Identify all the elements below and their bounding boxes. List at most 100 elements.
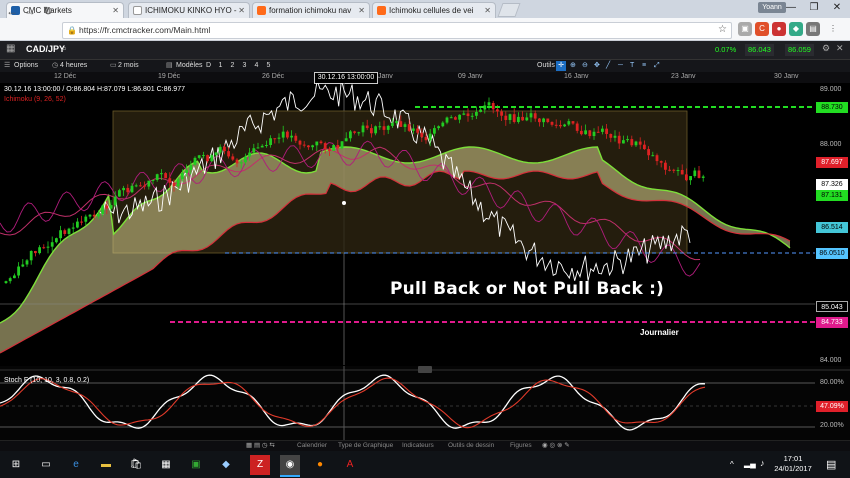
candle-body xyxy=(378,126,382,128)
address-bar[interactable]: 🔒 https://fr.cmctracker.com/Main.html ☆ xyxy=(62,22,732,39)
tab-ichimoku-kinko[interactable]: ICHIMOKU KINKO HYO - ✕ xyxy=(128,2,250,18)
candle-body xyxy=(580,130,583,135)
chrome-icon[interactable]: ◉ xyxy=(280,455,300,477)
sell-price-button[interactable]: 86.043 xyxy=(745,44,774,56)
figures-tab[interactable]: Figures xyxy=(510,441,532,451)
extra-icons[interactable]: ◉ ◎ ⊗ ✎ xyxy=(542,441,570,451)
extension-red-icon[interactable]: ● xyxy=(772,22,786,36)
candle-body xyxy=(365,125,369,129)
interval-select[interactable]: 4 heures xyxy=(60,61,87,71)
candle-body xyxy=(559,124,562,127)
reload-icon[interactable]: ↻ xyxy=(40,3,56,19)
axis-label: 88.000 xyxy=(820,141,842,148)
forward-arrow-icon[interactable]: → xyxy=(22,3,38,19)
candle-body xyxy=(269,138,272,145)
filezilla-icon[interactable]: Z xyxy=(250,455,270,475)
date-label: 26 Déc xyxy=(262,73,285,80)
tab-ichimoku-cellules[interactable]: Ichimoku cellules de vei ✕ xyxy=(372,2,496,18)
minimize-button[interactable]: — xyxy=(780,0,802,18)
extension-c-icon[interactable]: C xyxy=(755,22,769,36)
candle-body xyxy=(17,266,20,276)
date-axis xyxy=(0,72,850,83)
candle-body xyxy=(84,216,88,222)
back-arrow-icon[interactable]: ← xyxy=(4,3,20,19)
trendline-icon[interactable]: ╱ xyxy=(606,61,610,71)
fullscreen-icon[interactable]: ⤢ xyxy=(654,61,660,71)
candle-body xyxy=(227,151,230,157)
clock[interactable]: 17:01 24/01/2017 xyxy=(771,454,815,474)
pdf-icon[interactable]: A xyxy=(340,455,360,475)
crosshair-tool-icon[interactable]: ✛ xyxy=(556,61,566,71)
indicators-tab[interactable]: Indicateurs xyxy=(402,441,434,451)
candle-body xyxy=(336,145,340,149)
calculator-icon[interactable]: ▦ xyxy=(156,455,176,475)
firefox-icon[interactable]: ● xyxy=(310,455,330,475)
stochastic-panel[interactable] xyxy=(0,366,850,440)
close-tab-icon[interactable]: ✕ xyxy=(112,3,119,18)
toolbar-icons[interactable]: ▦ ▤ ◷ ⇆ xyxy=(246,441,275,451)
models-button[interactable]: Modèles xyxy=(176,61,202,71)
close-tab-icon[interactable]: ✕ xyxy=(484,3,491,18)
range-select[interactable]: 2 mois xyxy=(118,61,139,71)
period-5-button[interactable]: 5 xyxy=(264,61,273,71)
candle-body xyxy=(525,117,529,121)
edge-icon[interactable]: e xyxy=(66,455,86,475)
buy-price-button[interactable]: 86.059 xyxy=(785,44,814,56)
star-icon[interactable]: ☆ xyxy=(718,22,727,37)
horizontal-line-icon[interactable]: ─ xyxy=(618,61,623,71)
candle-body xyxy=(176,179,180,187)
candle-body xyxy=(130,185,134,193)
volume-icon[interactable]: ♪ xyxy=(760,458,765,468)
pan-icon[interactable]: ✥ xyxy=(594,61,600,71)
calendar-tab[interactable]: Calendrier xyxy=(297,441,327,451)
period-1-button[interactable]: 1 xyxy=(216,61,225,71)
notifications-icon[interactable]: ▤ xyxy=(826,458,836,471)
menu-icon[interactable]: ⋮ xyxy=(826,22,840,36)
candle-body xyxy=(605,128,608,134)
candle-body xyxy=(88,214,92,217)
candle-body xyxy=(155,174,159,180)
period-4-button[interactable]: 4 xyxy=(252,61,261,71)
candle-body xyxy=(76,221,79,228)
price-chart[interactable] xyxy=(0,83,850,365)
options-button[interactable]: Options xyxy=(14,61,38,71)
fibonacci-icon[interactable]: ≡ xyxy=(642,61,646,71)
period-3-button[interactable]: 3 xyxy=(240,61,249,71)
settings-icon[interactable]: ⚙ xyxy=(822,43,830,54)
chart-type-tab[interactable]: Type de Graphique xyxy=(338,441,393,451)
extension-grey-icon[interactable]: ▤ xyxy=(806,22,820,36)
period-d-button[interactable]: D xyxy=(204,61,213,71)
grid-icon[interactable]: ▦ xyxy=(6,43,15,54)
text-tool-icon[interactable]: T xyxy=(630,61,634,71)
close-tab-icon[interactable]: ✕ xyxy=(238,3,245,18)
extension-icon[interactable]: ▣ xyxy=(738,22,752,36)
candle-body xyxy=(634,141,638,146)
close-window-button[interactable]: ✕ xyxy=(826,0,848,18)
tab-formation-ichimoku[interactable]: formation ichimoku nav ✕ xyxy=(252,2,370,18)
period-2-button[interactable]: 2 xyxy=(228,61,237,71)
drawing-tools-tab[interactable]: Outils de dessin xyxy=(448,441,494,451)
network-icon[interactable]: ▂▄ xyxy=(744,459,756,468)
task-view-icon[interactable]: ▭ xyxy=(36,455,56,475)
candle-body xyxy=(630,139,634,146)
store-icon[interactable]: 🛍 xyxy=(126,455,146,475)
close-panel-icon[interactable]: ✕ xyxy=(836,43,844,54)
maximize-button[interactable]: ❐ xyxy=(803,0,825,18)
candle-body xyxy=(571,121,575,124)
zoom-in-icon[interactable]: ⊕ xyxy=(570,61,576,71)
close-tab-icon[interactable]: ✕ xyxy=(358,3,365,18)
candle-body xyxy=(315,141,319,146)
extension-green-icon[interactable]: ◆ xyxy=(789,22,803,36)
windows-start-icon[interactable]: ⊞ xyxy=(6,455,26,475)
candle-body xyxy=(529,113,533,118)
candle-body xyxy=(441,122,445,127)
tools-button[interactable]: Outils xyxy=(537,61,555,71)
tray-arrow-icon[interactable]: ^ xyxy=(730,460,734,469)
explorer-icon[interactable]: ▬ xyxy=(96,455,116,475)
candle-body xyxy=(307,145,310,148)
zoom-out-icon[interactable]: ⊖ xyxy=(582,61,588,71)
search-icon[interactable]: ⌕ xyxy=(62,43,67,54)
candle-body xyxy=(659,161,663,163)
app2-icon[interactable]: ◆ xyxy=(216,455,236,475)
app-icon[interactable]: ▣ xyxy=(186,455,206,475)
